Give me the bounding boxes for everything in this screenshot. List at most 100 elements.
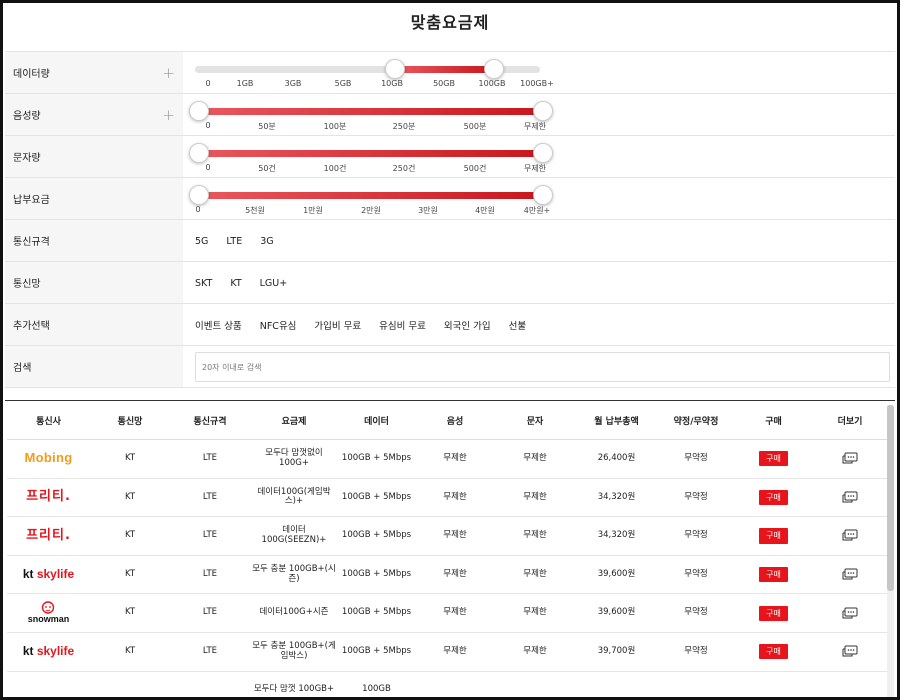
- buy-button[interactable]: 구매: [759, 605, 788, 621]
- cell-carrier: Mobing: [7, 450, 90, 466]
- slider-tick: 0: [205, 163, 211, 172]
- carrier-logo-mobing: Mobing: [24, 450, 73, 466]
- chat-bubble-icon[interactable]: [813, 607, 887, 620]
- col-header-buy: 구매: [765, 417, 782, 427]
- col-header-network: 통신망: [117, 417, 143, 427]
- buy-button[interactable]: 구매: [759, 489, 788, 505]
- slider-handle-min[interactable]: [189, 143, 209, 163]
- filter-label-extra: 추가선택: [5, 304, 183, 345]
- cell-plan: 모두다 맘껏없이 100G+: [265, 448, 323, 468]
- cell-voice: 무제한: [443, 607, 467, 618]
- chat-bubble-icon[interactable]: [813, 452, 887, 465]
- cell-carrier: 프리티.: [7, 528, 90, 544]
- slider-handle-max[interactable]: [533, 101, 553, 121]
- table-row[interactable]: 모두다 맘껏 100GB+ 100GB: [7, 672, 887, 697]
- page-title: 맞춤요금제: [410, 13, 490, 32]
- slider-fill: [198, 108, 543, 115]
- filter-row-network: 통신망 SKT KT LGU+: [5, 262, 895, 304]
- option-3g[interactable]: 3G: [260, 236, 273, 247]
- chat-bubble-icon[interactable]: [813, 529, 887, 542]
- buy-button[interactable]: 구매: [759, 528, 788, 544]
- table-row[interactable]: 프리티. KT LTE 데이터100G(게임박스)+ 100GB + 5Mbps 무제한 무…: [7, 479, 887, 518]
- option-lte[interactable]: LTE: [226, 236, 242, 247]
- slider-tick: 100GB: [478, 79, 506, 88]
- buy-button[interactable]: 구매: [759, 644, 788, 660]
- filter-panel: 데이터량 + 0 1GB 3GB 5GB 10GB 50GB 100GB 100…: [5, 51, 895, 388]
- cell-more: [813, 568, 887, 581]
- table-row[interactable]: snowman KT LTE 데이터100G+시즌 100GB + 5Mbps 무제한 무제…: [7, 594, 887, 633]
- cell-network: KT: [124, 568, 136, 579]
- plus-icon[interactable]: +: [162, 106, 175, 124]
- cell-contract: 무약정: [684, 607, 708, 618]
- slider-tick: 5천원: [245, 206, 265, 215]
- slider-handle-max[interactable]: [533, 185, 553, 205]
- voice-slider[interactable]: 0 50분 100분 250분 500분 무제한: [189, 94, 555, 136]
- filter-row-fee: 납부요금 0 5천원 1만원 2만원 3만원 4만원 4만원+: [5, 178, 895, 220]
- cell-voice: 무제한: [443, 491, 467, 502]
- option-event[interactable]: 이벤트 상품: [195, 318, 242, 332]
- cell-plan: 데이터100G(게임박스)+: [257, 486, 331, 507]
- filter-row-search: 검색: [5, 346, 895, 388]
- chat-bubble-icon[interactable]: [813, 645, 887, 658]
- slider-tick: 50분: [258, 122, 276, 131]
- cell-voice: 무제한: [443, 530, 467, 541]
- slider-tick: 1GB: [236, 79, 254, 88]
- standard-options: 5G LTE 3G: [195, 220, 292, 262]
- filter-row-extra: 추가선택 이벤트 상품 NFC유심 가입비 무료 유심비 무료 외국인 가입 선…: [5, 304, 895, 346]
- slider-tick: 100분: [323, 122, 347, 131]
- option-prepaid[interactable]: 선불: [509, 318, 526, 332]
- option-nfc[interactable]: NFC유심: [260, 318, 297, 332]
- option-free-usim[interactable]: 유심비 무료: [379, 318, 426, 332]
- cell-more: [813, 529, 887, 542]
- slider-handle-min[interactable]: [385, 59, 405, 79]
- data-slider[interactable]: 0 1GB 3GB 5GB 10GB 50GB 100GB 100GB+: [195, 52, 555, 94]
- cell-sms: 무제한: [523, 607, 547, 618]
- option-free-join[interactable]: 가입비 무료: [314, 318, 361, 332]
- table-row[interactable]: kt skylife KT LTE 모두 충분 100GB+(시즌) 100GB + 5…: [7, 556, 887, 595]
- cell-more: [813, 607, 887, 620]
- slider-handle-max[interactable]: [533, 143, 553, 163]
- option-skt[interactable]: SKT: [195, 278, 212, 289]
- cell-network: KT: [124, 452, 136, 463]
- table-row[interactable]: Mobing KT LTE 모두다 맘껏없이 100G+ 100GB + 5Mbps 무제…: [7, 440, 887, 479]
- slider-tick: 50건: [258, 164, 276, 173]
- col-header-sms: 문자: [526, 417, 544, 427]
- cell-network: KT: [124, 645, 136, 656]
- fee-slider[interactable]: 0 5천원 1만원 2만원 3만원 4만원 4만원+: [189, 178, 555, 220]
- cell-standard: LTE: [202, 530, 218, 541]
- scrollbar-thumb[interactable]: [887, 405, 894, 591]
- cell-plan: 모두다 맘껏 100GB+: [253, 684, 335, 695]
- page-frame: 맞춤요금제 데이터량 + 0 1GB 3GB 5GB 10GB 50GB 100…: [0, 0, 900, 700]
- buy-button[interactable]: 구매: [759, 566, 788, 583]
- option-lgu[interactable]: LGU+: [260, 278, 288, 289]
- cell-standard: LTE: [202, 645, 218, 656]
- search-input[interactable]: [195, 352, 890, 382]
- slider-tick: 3만원: [418, 206, 438, 215]
- cell-buy: 구매: [734, 605, 813, 621]
- cell-price: 39,700원: [597, 645, 636, 656]
- plus-icon[interactable]: +: [162, 64, 175, 82]
- slider-tick: 100건: [323, 164, 347, 173]
- option-foreigner[interactable]: 외국인 가입: [444, 318, 491, 332]
- table-scrollbar[interactable]: [887, 405, 894, 697]
- slider-tick: 0: [205, 121, 211, 130]
- chat-bubble-icon[interactable]: [813, 568, 887, 581]
- chat-bubble-icon[interactable]: [813, 491, 887, 504]
- sms-slider[interactable]: 0 50건 100건 250건 500건 무제한: [189, 136, 555, 178]
- col-header-plan: 요금제: [281, 417, 307, 427]
- cell-data: 100GB + 5Mbps: [341, 568, 412, 579]
- cell-voice: 무제한: [443, 645, 467, 656]
- option-5g[interactable]: 5G: [195, 236, 208, 247]
- buy-button[interactable]: 구매: [759, 451, 788, 467]
- cell-more: [813, 645, 887, 658]
- cell-more: [813, 491, 887, 504]
- table-row[interactable]: kt skylife KT LTE 모두 충분 100GB+(게임박스) 100GB +…: [7, 633, 887, 672]
- slider-handle-min[interactable]: [189, 101, 209, 121]
- cell-network: KT: [124, 607, 136, 618]
- slider-tick: 2만원: [361, 206, 381, 215]
- slider-handle-max[interactable]: [484, 59, 504, 79]
- table-row[interactable]: 프리티. KT LTE 데이터100G(SEEZN)+ 100GB + 5Mbps 무제한…: [7, 517, 887, 556]
- slider-handle-min[interactable]: [189, 185, 209, 205]
- option-kt[interactable]: KT: [230, 278, 241, 289]
- filter-row-sms: 문자량 0 50건 100건 250건 500건 무제한: [5, 136, 895, 178]
